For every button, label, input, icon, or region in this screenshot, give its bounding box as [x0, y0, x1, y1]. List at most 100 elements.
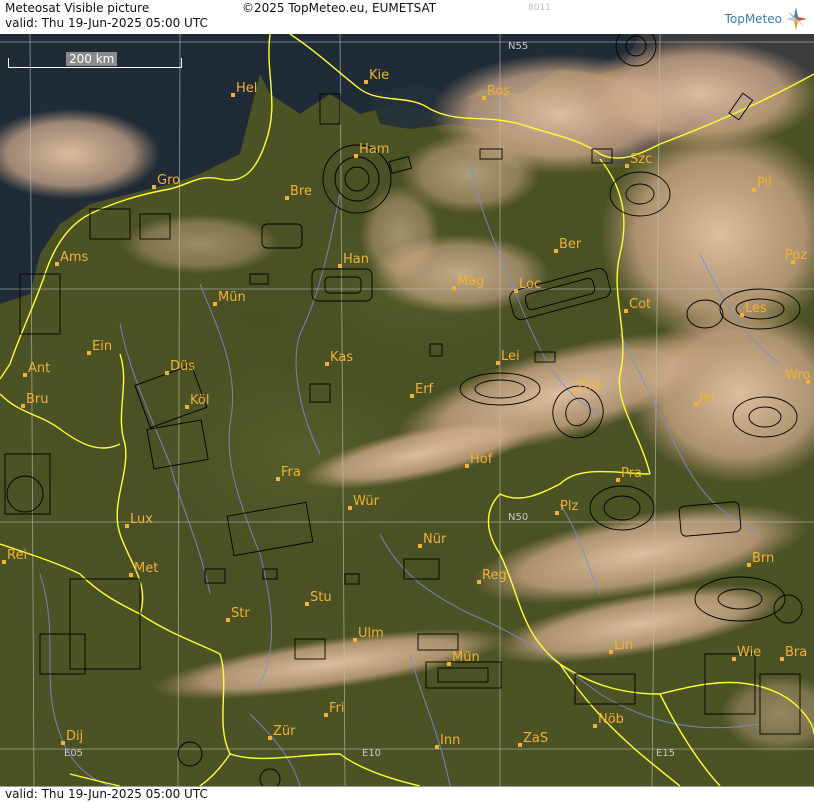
- city-dot: [305, 602, 309, 606]
- city-marker[interactable]: Ros: [482, 84, 510, 100]
- city-dot: [496, 361, 500, 365]
- city-dot: [780, 657, 784, 661]
- city-label: Wro: [785, 368, 810, 383]
- scale-bar: 200 km: [8, 52, 182, 70]
- city-label: Hel: [236, 81, 257, 96]
- city-dot: [87, 351, 91, 355]
- city-marker[interactable]: Mün: [447, 650, 480, 666]
- city-label: Zür: [273, 724, 296, 739]
- city-dot: [129, 573, 133, 577]
- city-label: Les: [745, 301, 767, 316]
- city-label: Loc: [519, 277, 541, 292]
- city-marker[interactable]: Hof: [465, 452, 493, 468]
- scale-bar-label: 200 km: [66, 52, 118, 66]
- city-marker[interactable]: Düs: [165, 359, 195, 375]
- city-marker[interactable]: Brn: [747, 551, 774, 567]
- product-title: Meteosat Visible picture: [5, 1, 150, 15]
- city-marker[interactable]: Wie: [732, 645, 761, 661]
- city-marker[interactable]: Szc: [625, 152, 652, 168]
- city-dot: [354, 154, 358, 158]
- city-marker[interactable]: Met: [129, 561, 158, 577]
- footer-bar: valid: Thu 19-Jun-2025 05:00 UTC: [0, 786, 814, 802]
- city-label: Nöb: [598, 712, 624, 727]
- city-marker[interactable]: Mün: [213, 290, 246, 306]
- city-marker[interactable]: Bra: [780, 645, 807, 661]
- city-marker[interactable]: Ham: [354, 142, 389, 158]
- city-label: Ber: [559, 237, 582, 252]
- city-marker[interactable]: Wro: [785, 368, 810, 384]
- city-dot: [555, 511, 559, 515]
- city-label: Ams: [60, 250, 89, 265]
- city-dot: [514, 289, 518, 293]
- city-label: Szc: [630, 152, 652, 167]
- city-dot: [338, 264, 342, 268]
- satellite-map[interactable]: N55 N50 E05 E10 E15 Kie Hel Ros Ham Szc …: [0, 34, 814, 786]
- city-marker[interactable]: ZaS: [518, 731, 548, 747]
- city-dot: [152, 185, 156, 189]
- city-marker[interactable]: Nür: [418, 532, 447, 548]
- city-marker[interactable]: Loc: [514, 277, 541, 293]
- city-marker[interactable]: Wür: [348, 494, 380, 510]
- topmeteo-logo[interactable]: TopMeteo: [725, 6, 808, 32]
- city-label: Fri: [329, 701, 345, 716]
- city-label: Ros: [487, 84, 510, 99]
- city-label: Reg: [482, 568, 507, 583]
- compass-star-icon: [785, 7, 807, 31]
- city-marker[interactable]: Bru: [21, 392, 49, 408]
- city-marker[interactable]: Dre: [573, 378, 601, 394]
- product-code: 8011: [528, 3, 551, 13]
- city-dot: [694, 402, 698, 406]
- city-label: Fra: [281, 465, 301, 480]
- city-dot: [616, 478, 620, 482]
- city-marker[interactable]: Cot: [624, 297, 651, 313]
- city-marker[interactable]: Ulm: [353, 626, 384, 642]
- city-label: Köl: [190, 393, 209, 408]
- valid-time-footer: valid: Thu 19-Jun-2025 05:00 UTC: [5, 787, 208, 801]
- city-dot: [23, 373, 27, 377]
- city-marker[interactable]: Gro: [152, 173, 180, 189]
- city-label: Rei: [7, 548, 27, 563]
- city-marker[interactable]: Ber: [554, 237, 582, 253]
- city-marker[interactable]: Kas: [325, 350, 353, 366]
- city-marker[interactable]: Nöb: [593, 712, 624, 728]
- city-label: Dij: [66, 729, 83, 744]
- city-label: Nür: [423, 532, 447, 547]
- city-marker[interactable]: Mag: [452, 274, 484, 290]
- city-dot: [324, 713, 328, 717]
- city-label: Erf: [415, 382, 434, 397]
- city-label: ZaS: [523, 731, 548, 746]
- grid-label: N55: [508, 41, 528, 52]
- city-label: Inn: [440, 733, 460, 748]
- city-label: Bre: [290, 184, 312, 199]
- city-label: Hof: [470, 452, 493, 467]
- city-dot: [435, 745, 439, 749]
- city-marker[interactable]: Bre: [285, 184, 312, 200]
- city-marker[interactable]: Reg: [477, 568, 507, 584]
- city-marker[interactable]: Les: [740, 301, 767, 317]
- city-dot: [2, 560, 6, 564]
- city-dot: [447, 662, 451, 666]
- map-canvas: N55 N50 E05 E10 E15 KieHel RosHamSzcGroB…: [0, 34, 814, 786]
- header-bar: Meteosat Visible picture ©2025 TopMeteo.…: [0, 0, 814, 35]
- city-dot: [625, 164, 629, 168]
- city-marker[interactable]: Lux: [125, 512, 153, 528]
- city-label: Pra: [621, 466, 642, 481]
- city-label: Poz: [785, 248, 807, 263]
- city-dot: [348, 506, 352, 510]
- city-label: Ant: [28, 361, 50, 376]
- city-label: Ham: [359, 142, 389, 157]
- city-dot: [465, 464, 469, 468]
- city-label: Lei: [501, 349, 520, 364]
- city-marker[interactable]: Ams: [55, 250, 89, 266]
- city-marker[interactable]: Ant: [23, 361, 50, 377]
- city-label: Bru: [26, 392, 49, 407]
- city-marker[interactable]: Poz: [785, 248, 807, 264]
- city-dot: [609, 650, 613, 654]
- city-marker[interactable]: Han: [338, 252, 369, 268]
- city-label: Pil: [757, 176, 772, 191]
- city-label: Lux: [130, 512, 153, 527]
- grid-label: E15: [656, 748, 675, 759]
- city-marker[interactable]: Zür: [268, 724, 296, 740]
- city-dot: [624, 309, 628, 313]
- city-dot: [185, 405, 189, 409]
